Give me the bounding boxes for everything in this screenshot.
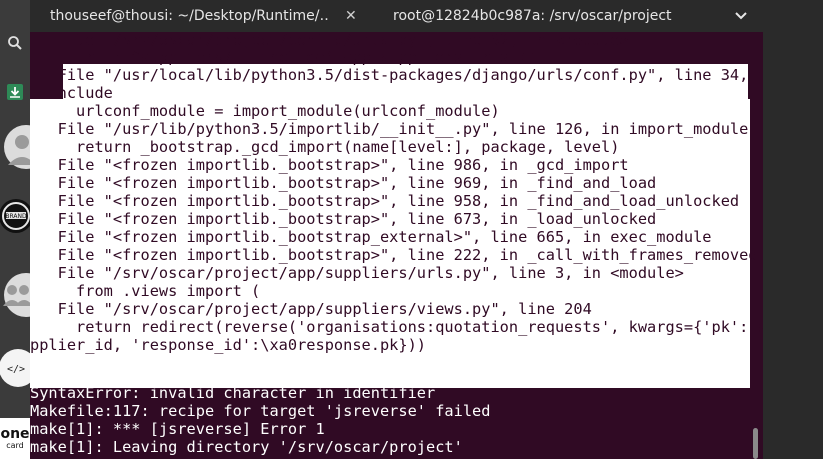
dock: BRAND </> one card xyxy=(0,0,30,459)
terminal-line: Makefile:117: recipe for target 'jsrever… xyxy=(30,402,491,420)
terminal-line: File "<frozen importlib._bootstrap>", li… xyxy=(30,174,657,192)
terminal-line: make[1]: Leaving directory '/srv/oscar/p… xyxy=(30,438,463,456)
scrollbar-track xyxy=(763,0,823,459)
svg-text:</>: </> xyxy=(7,364,25,375)
terminal-line: File "/srv/oscar/project/config/urls.py"… xyxy=(30,32,629,49)
terminal-line: return _bootstrap._gcd_import(name[level… xyxy=(30,138,620,156)
terminal-line: include xyxy=(30,84,113,102)
terminal-line: SyntaxError: invalid character in identi… xyxy=(30,384,436,402)
terminal-line: ^ xyxy=(30,366,638,384)
tab-title: thouseef@thousi: ~/Desktop/Runtime/… xyxy=(50,8,330,24)
terminal-output[interactable]: File "/srv/oscar/project/config/urls.py"… xyxy=(30,32,763,459)
terminal-line: File "/usr/lib/python3.5/importlib/__ini… xyxy=(30,120,749,138)
download-icon[interactable] xyxy=(0,78,30,106)
search-icon[interactable] xyxy=(0,30,30,56)
chevron-down-icon[interactable] xyxy=(734,9,750,23)
terminal-line: File "<frozen importlib._bootstrap>", li… xyxy=(30,246,758,264)
terminal-line: File "<frozen importlib._bootstrap>", li… xyxy=(30,210,657,228)
user-avatar-icon[interactable] xyxy=(0,124,30,170)
scrollbar-thumb[interactable] xyxy=(753,428,758,459)
terminal-line: make[1]: *** [jsreverse] Error 1 xyxy=(30,420,325,438)
terminal-line: File "<frozen importlib._bootstrap>", li… xyxy=(30,192,740,210)
terminal-line: pplier_id, 'response_id':\xa0response.pk… xyxy=(30,336,427,354)
svg-text:BRAND: BRAND xyxy=(5,213,27,220)
onecard-logo-subtext: card xyxy=(6,441,24,450)
terminal-line: File "<frozen importlib._bootstrap>", li… xyxy=(30,156,629,174)
tab-local-terminal[interactable]: thouseef@thousi: ~/Desktop/Runtime/… ✕ xyxy=(30,0,375,32)
people-icon[interactable] xyxy=(0,272,30,318)
terminal-line: File "<frozen importlib._bootstrap_exter… xyxy=(30,228,712,246)
terminal-line: from .views import ( xyxy=(30,282,261,300)
tab-root-container[interactable]: root@12824b0c987a: /srv/oscar/project xyxy=(375,0,730,32)
terminal-line: url(r'^suppliers/', include('app.supplie… xyxy=(30,48,546,66)
tab-title: root@12824b0c987a: /srv/oscar/project xyxy=(393,8,672,24)
terminal-line: File "/srv/oscar/project/app/suppliers/u… xyxy=(30,264,684,282)
close-icon[interactable]: ✕ xyxy=(345,8,357,24)
terminal-line: urlconf_module = import_module(urlconf_m… xyxy=(30,102,500,120)
terminal-line: return redirect(reverse('organisations:q… xyxy=(30,318,763,336)
terminal-line: File "/srv/oscar/project/app/suppliers/v… xyxy=(30,300,592,318)
onecard-logo-text: one xyxy=(0,426,30,442)
code-app-icon[interactable]: </> xyxy=(0,346,30,390)
tab-bar: thouseef@thousi: ~/Desktop/Runtime/… ✕ r… xyxy=(30,0,763,32)
app-badge-icon[interactable]: BRAND xyxy=(0,196,30,236)
terminal-line: File "/usr/local/lib/python3.5/dist-pack… xyxy=(30,66,763,84)
onecard-app-icon[interactable]: one card xyxy=(0,418,30,459)
